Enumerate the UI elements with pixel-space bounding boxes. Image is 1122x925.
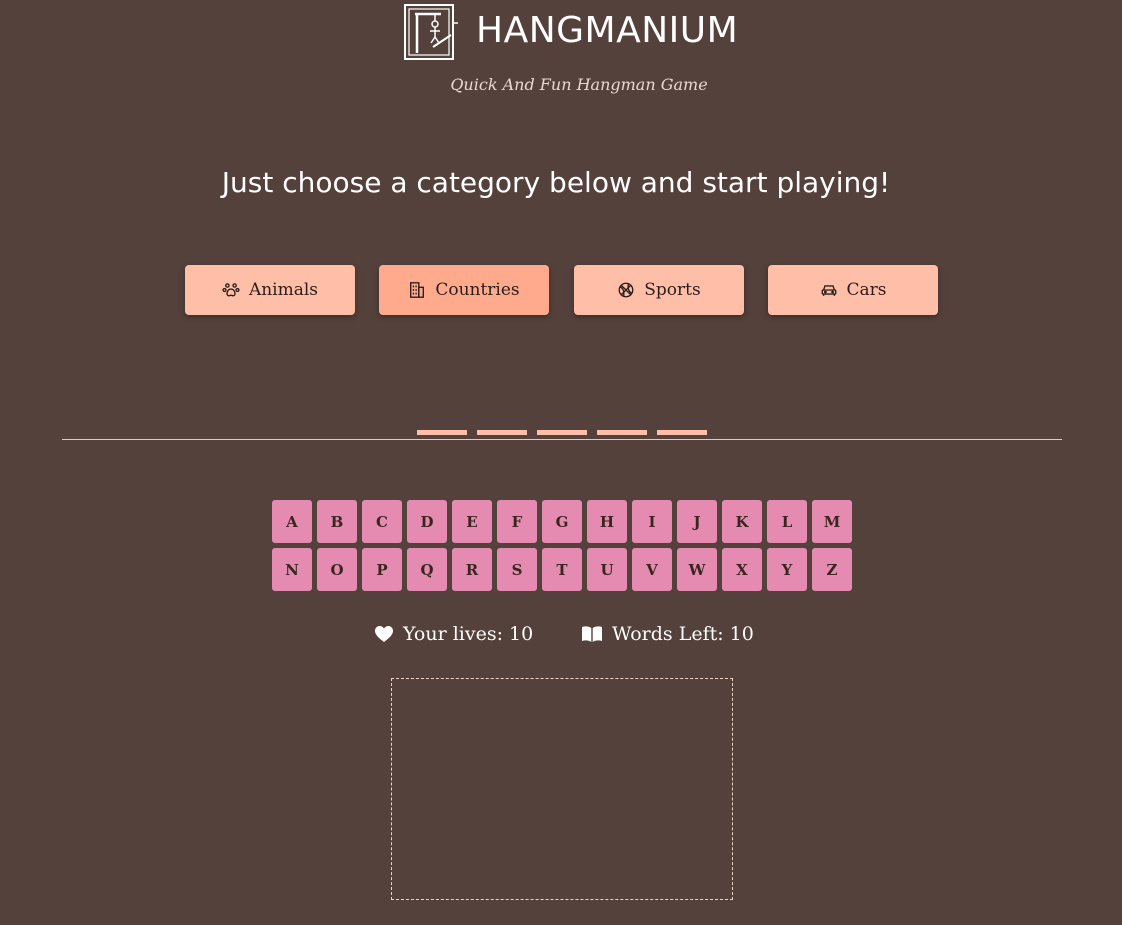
letter-key-h[interactable]: H bbox=[587, 500, 627, 543]
letter-key-n[interactable]: N bbox=[272, 548, 312, 591]
letter-key-k[interactable]: K bbox=[722, 500, 762, 543]
letter-key-u[interactable]: U bbox=[587, 548, 627, 591]
tagline: Quick And Fun Hangman Game bbox=[450, 75, 708, 94]
book-icon bbox=[581, 625, 603, 643]
letter-key-j[interactable]: J bbox=[677, 500, 717, 543]
lives-label: Your lives: 10 bbox=[403, 623, 534, 645]
category-button-cars[interactable]: Cars bbox=[768, 265, 938, 315]
letter-key-g[interactable]: G bbox=[542, 500, 582, 543]
lives-counter: Your lives: 10 bbox=[374, 620, 533, 648]
letter-key-p[interactable]: P bbox=[362, 548, 402, 591]
words-left-label: Words Left: 10 bbox=[612, 623, 754, 645]
letter-key-r[interactable]: R bbox=[452, 548, 492, 591]
letter-key-z[interactable]: Z bbox=[812, 548, 852, 591]
letter-key-v[interactable]: V bbox=[632, 548, 672, 591]
letter-key-i[interactable]: I bbox=[632, 500, 672, 543]
letter-key-q[interactable]: Q bbox=[407, 548, 447, 591]
letter-key-o[interactable]: O bbox=[317, 548, 357, 591]
words-left-counter: Words Left: 10 bbox=[581, 620, 754, 648]
letter-key-a[interactable]: A bbox=[272, 500, 312, 543]
letter-blank bbox=[417, 430, 467, 435]
basketball-icon bbox=[617, 281, 635, 299]
heart-icon bbox=[374, 625, 394, 643]
letter-key-m[interactable]: M bbox=[812, 500, 852, 543]
letter-key-w[interactable]: W bbox=[677, 548, 717, 591]
category-label: Sports bbox=[644, 280, 701, 300]
letter-blank bbox=[537, 430, 587, 435]
category-button-sports[interactable]: Sports bbox=[574, 265, 744, 315]
category-button-animals[interactable]: Animals bbox=[185, 265, 355, 315]
category-label: Cars bbox=[846, 280, 887, 300]
category-label: Countries bbox=[435, 280, 520, 300]
letter-key-c[interactable]: C bbox=[362, 500, 402, 543]
letter-blank bbox=[597, 430, 647, 435]
brand-title: HANGMANIUM bbox=[476, 10, 739, 51]
letter-key-e[interactable]: E bbox=[452, 500, 492, 543]
letter-blank bbox=[657, 430, 707, 435]
building-icon bbox=[408, 281, 426, 299]
letter-key-f[interactable]: F bbox=[497, 500, 537, 543]
letter-key-d[interactable]: D bbox=[407, 500, 447, 543]
page-headline: Just choose a category below and start p… bbox=[221, 166, 891, 199]
category-button-countries[interactable]: Countries bbox=[379, 265, 549, 315]
letter-key-l[interactable]: L bbox=[767, 500, 807, 543]
letter-blank bbox=[477, 430, 527, 435]
hangman-logo-icon bbox=[403, 3, 460, 61]
paw-icon bbox=[222, 281, 240, 299]
letter-key-x[interactable]: X bbox=[722, 548, 762, 591]
letter-key-b[interactable]: B bbox=[317, 500, 357, 543]
car-icon bbox=[820, 281, 838, 299]
hangman-drawing-area bbox=[391, 678, 733, 900]
letter-key-y[interactable]: Y bbox=[767, 548, 807, 591]
letter-key-t[interactable]: T bbox=[542, 548, 582, 591]
word-baseline bbox=[62, 439, 1062, 440]
page: HANGMANIUM Quick And Fun Hangman Game Ju… bbox=[0, 0, 1122, 925]
letter-key-s[interactable]: S bbox=[497, 548, 537, 591]
header: HANGMANIUM Quick And Fun Hangman Game bbox=[0, 0, 1122, 100]
category-label: Animals bbox=[248, 280, 319, 300]
